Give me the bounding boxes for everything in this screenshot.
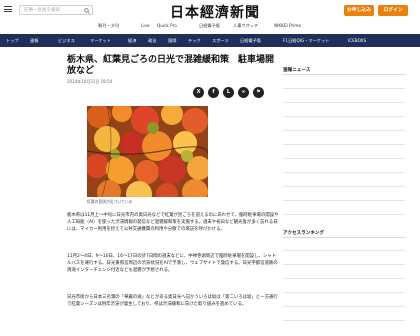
site-logo[interactable]: 日本經濟新聞: [160, 2, 270, 22]
nav-item[interactable]: マーケット: [90, 38, 111, 44]
subnav-item[interactable]: 朝刊・夕刊: [98, 23, 119, 29]
sub-navigation: 朝刊・夕刊 Live Quick Pro 日経電子版 人事ウオッチ NIKKEI…: [0, 21, 420, 31]
facebook-icon[interactable]: f: [208, 87, 219, 98]
nav-item[interactable]: テック: [188, 38, 201, 44]
ranking-item[interactable]: [283, 250, 405, 251]
nav-item[interactable]: 日経電子版: [240, 38, 261, 44]
photo-caption: 紅葉の見頃が近づいている: [87, 199, 133, 204]
sidebar-item[interactable]: [283, 158, 405, 159]
ranking-item[interactable]: [283, 306, 405, 307]
subnav-item[interactable]: Quick Pro: [157, 23, 177, 28]
login-button[interactable]: ログイン: [378, 5, 408, 16]
subnav-item[interactable]: NIKKEI Prime: [274, 23, 301, 28]
link-icon[interactable]: ∞: [238, 87, 249, 98]
x-icon[interactable]: X: [193, 87, 204, 98]
sidebar-heading-news: 速報ニュース: [283, 68, 311, 73]
bookmark-icon[interactable]: ⚑: [253, 87, 264, 98]
article-paragraph: 11月2〜4日、9〜10日、16〜17日の計7日間の週末などに、中禅寺湖周辺で臨…: [67, 254, 278, 273]
nav-item[interactable]: F1日経QIG・マーケット: [283, 38, 329, 44]
share-bar: X f L ∞ ⚑: [193, 87, 278, 99]
sidebar-item[interactable]: [283, 102, 405, 103]
ranking-item[interactable]: [283, 278, 405, 279]
nav-item[interactable]: トップ: [6, 38, 19, 44]
subnav-item[interactable]: 日経電子版: [199, 23, 220, 29]
article-photo[interactable]: [87, 106, 208, 197]
nav-item[interactable]: 速報: [30, 38, 38, 44]
search-input[interactable]: 記事・会員を検索: [19, 5, 93, 15]
article-paragraph: 栃木県は11月上〜中旬に日光市内の奥日光などで紅葉が見ごろを迎えるのにあわせて、…: [67, 213, 279, 232]
search-icon[interactable]: [84, 7, 90, 14]
divider: [283, 74, 405, 75]
sidebar-item[interactable]: [283, 88, 405, 89]
top-header: 記事・会員を検索 日本經濟新聞 お申し込み ログイン: [0, 0, 420, 22]
menu-icon[interactable]: [4, 6, 12, 13]
autumn-leaves-image: [87, 106, 208, 197]
sidebar-item[interactable]: [283, 200, 405, 201]
ranking-item[interactable]: [283, 320, 405, 321]
article-date: 2024年10月31日 19:54: [67, 79, 113, 84]
nav-item[interactable]: 国際: [168, 38, 176, 44]
subnav-item[interactable]: 人事ウオッチ: [233, 23, 258, 29]
nav-item[interactable]: スポーツ: [212, 38, 229, 44]
search-placeholder: 記事・会員を検索: [24, 8, 60, 13]
sidebar-heading-ranking: アクセスランキング: [283, 231, 324, 236]
subnav-item[interactable]: Live: [141, 23, 150, 28]
article-paragraph: 日光市街から日本三名瀑の「華厳の滝」などがある奥日光へ向かういろは坂は「第二いろ…: [67, 295, 278, 307]
nav-item[interactable]: 経済: [128, 38, 136, 44]
nav-item[interactable]: 政治: [148, 38, 156, 44]
article-headline: 栃木県、紅葉見ごろの日光で混雑緩和策 駐車場開放など: [67, 55, 275, 76]
divider: [283, 237, 405, 238]
sidebar-item[interactable]: [283, 214, 405, 215]
line-icon[interactable]: L: [223, 87, 234, 98]
signup-button[interactable]: お申し込み: [344, 5, 374, 16]
ranking-item[interactable]: [283, 292, 405, 293]
ranking-item[interactable]: [283, 264, 405, 265]
sidebar-item[interactable]: [283, 172, 405, 173]
sidebar-item[interactable]: [283, 186, 405, 187]
sidebar-item[interactable]: [283, 144, 405, 145]
nav-item[interactable]: ビジネス: [58, 38, 75, 44]
nav-item[interactable]: ICEBOXS: [348, 38, 366, 43]
sidebar-item[interactable]: [283, 116, 405, 117]
sidebar-item[interactable]: [283, 130, 405, 131]
main-navigation: トップ 速報 ビジネス マーケット 経済 政治 国際 テック スポーツ 日経電子…: [0, 34, 420, 47]
